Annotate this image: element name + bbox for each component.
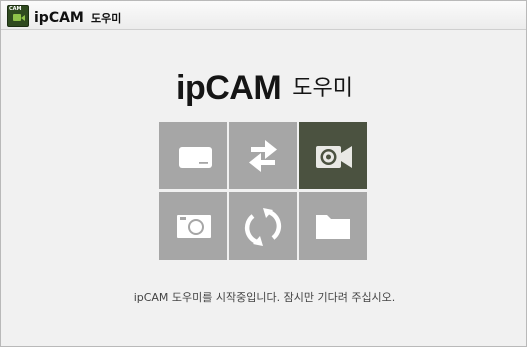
status-message: ipCAM 도우미를 시작중입니다. 잠시만 기다려 주십시오.	[133, 291, 396, 304]
window-title-en: ipCAM	[34, 10, 84, 26]
window-title-ko: 도우미	[90, 12, 122, 25]
logo-text-en: ipCAM	[176, 69, 282, 107]
title-bar[interactable]: CAM ipCAM 도우미	[1, 1, 526, 30]
menu-grid	[159, 122, 369, 261]
video-camera-tile-button[interactable]	[299, 122, 367, 189]
app-icon-label: CAM	[9, 6, 22, 12]
folder-icon	[316, 215, 350, 239]
video-camera-icon	[316, 146, 352, 168]
window-title: ipCAM 도우미	[34, 7, 121, 26]
app-window: CAM ipCAM 도우미 ipCAM 도우미 ipCAM 도우미를 시작중입니…	[0, 0, 527, 347]
refresh-icon	[244, 208, 282, 246]
photo-camera-icon	[177, 215, 211, 238]
swap-tile-button[interactable]	[229, 122, 297, 189]
logo-text-ko: 도우미	[292, 76, 353, 101]
tablet-icon	[179, 147, 212, 168]
app-logo: ipCAM 도우미	[1, 69, 527, 108]
refresh-tile-button[interactable]	[229, 192, 297, 260]
app-camera-icon: CAM	[7, 5, 29, 27]
photo-camera-tile-button[interactable]	[159, 192, 227, 260]
tablet-tile-button[interactable]	[159, 122, 227, 189]
folder-tile-button[interactable]	[299, 192, 367, 260]
swap-arrows-icon	[249, 140, 277, 172]
